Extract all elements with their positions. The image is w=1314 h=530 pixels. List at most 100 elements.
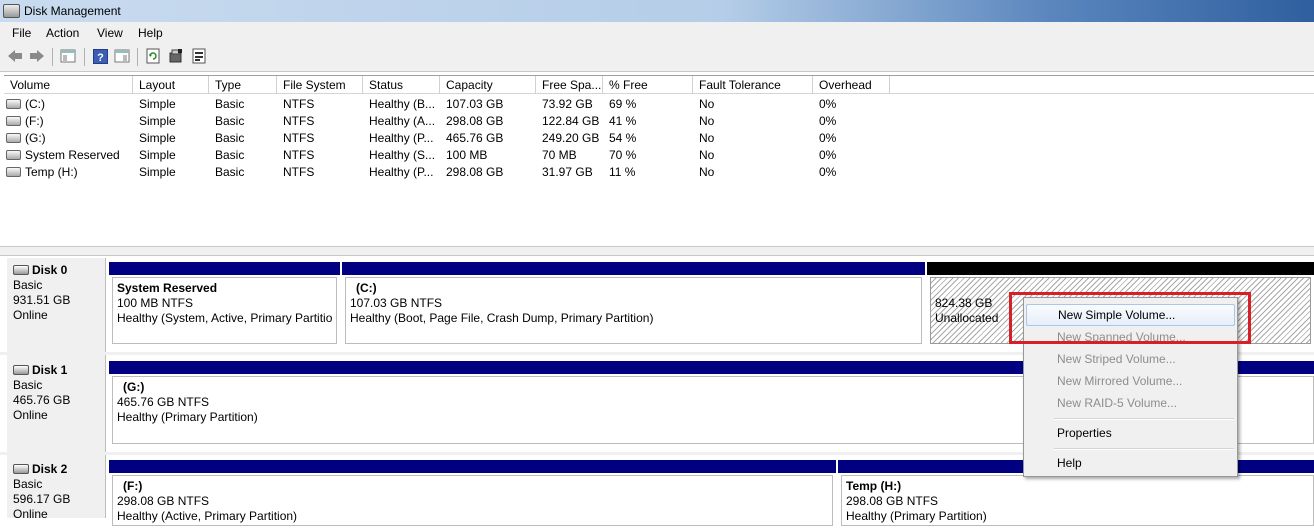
- table-cell: No: [699, 148, 715, 162]
- table-row-volume[interactable]: Temp (H:): [6, 164, 133, 181]
- table-cell: 69 %: [609, 97, 637, 111]
- table-row-volume[interactable]: System Reserved: [6, 147, 133, 164]
- column-header-overhead[interactable]: Overhead: [813, 76, 890, 94]
- drive-icon: [6, 149, 21, 160]
- disk-type: Basic: [13, 477, 43, 491]
- table-cell: 0%: [819, 165, 837, 179]
- menu-item-new-mirrored-volume[interactable]: New Mirrored Volume...: [1026, 370, 1235, 392]
- table-cell: Healthy (B...: [369, 97, 436, 111]
- menu-action[interactable]: Action: [46, 26, 79, 40]
- highlight-annotation-box: [1009, 292, 1251, 344]
- table-cell: 31.97 GB: [542, 165, 593, 179]
- table-row-volume[interactable]: (F:): [6, 113, 133, 130]
- disk-info-0[interactable]: Disk 0 Basic 931.51 GB Online: [7, 258, 106, 352]
- help-icon[interactable]: ?: [92, 48, 108, 64]
- column-header-empty: [890, 76, 1314, 94]
- partition-name: (C:): [356, 281, 377, 295]
- table-cell: No: [699, 165, 715, 179]
- partition-status: Healthy (Active, Primary Partition): [117, 509, 298, 523]
- table-cell: Healthy (P...: [369, 131, 434, 145]
- menu-file[interactable]: File: [12, 26, 31, 40]
- disk-size: 931.51 GB: [13, 293, 71, 307]
- table-cell: 41 %: [609, 114, 637, 128]
- disk-status: Online: [13, 408, 48, 422]
- forward-arrow-icon[interactable]: [29, 48, 45, 64]
- drive-icon: [6, 166, 21, 177]
- refresh-icon[interactable]: [145, 48, 161, 64]
- table-cell: Simple: [139, 148, 176, 162]
- menu-item-properties[interactable]: Properties: [1026, 422, 1235, 444]
- menu-bar: File Action View Help: [0, 22, 1314, 43]
- menu-item-new-raid5-volume[interactable]: New RAID-5 Volume...: [1026, 392, 1235, 414]
- menu-item-help[interactable]: Help: [1026, 452, 1235, 474]
- partition-system-reserved[interactable]: System Reserved 100 MB NTFS Healthy (Sys…: [109, 262, 340, 348]
- partition-name: System Reserved: [117, 281, 218, 295]
- table-cell: 0%: [819, 97, 837, 111]
- table-cell: 0%: [819, 114, 837, 128]
- partition-bar: [109, 262, 340, 275]
- table-cell: 73.92 GB: [542, 97, 593, 111]
- table-cell: Basic: [215, 165, 245, 179]
- drive-icon: [6, 115, 21, 126]
- partition-c[interactable]: (C:) 107.03 GB NTFS Healthy (Boot, Page …: [342, 262, 925, 348]
- volume-list: Volume Layout Type File System Status Ca…: [4, 75, 1314, 246]
- column-header-type[interactable]: Type: [209, 76, 277, 94]
- table-cell: Simple: [139, 97, 176, 111]
- column-header-status[interactable]: Status: [363, 76, 440, 94]
- column-header-layout[interactable]: Layout: [133, 76, 209, 94]
- column-header-free-space[interactable]: Free Spa...: [536, 76, 603, 94]
- disk-status: Online: [13, 507, 48, 521]
- table-cell: 11 %: [609, 165, 636, 179]
- table-cell: 70 %: [609, 148, 637, 162]
- table-cell: Healthy (A...: [369, 114, 436, 128]
- disk-size: 596.17 GB: [13, 492, 71, 506]
- properties-icon[interactable]: [191, 48, 207, 64]
- window-title: Disk Management: [24, 4, 121, 18]
- partition-f[interactable]: (F:) 298.08 GB NTFS Healthy (Active, Pri…: [109, 460, 836, 530]
- table-cell: Simple: [139, 165, 176, 179]
- table-cell: 465.76 GB: [446, 131, 504, 145]
- table-cell: 122.84 GB: [542, 114, 600, 128]
- table-cell: 249.20 GB: [542, 131, 600, 145]
- table-cell: 70 MB: [542, 148, 577, 162]
- svg-text:?: ?: [97, 52, 104, 64]
- partition-status: Healthy (Primary Partition): [846, 509, 987, 523]
- partition-size: 298.08 GB NTFS: [846, 494, 939, 508]
- column-header-fault-tolerance[interactable]: Fault Tolerance: [693, 76, 813, 94]
- table-row-volume[interactable]: (G:): [6, 130, 133, 147]
- partition-status: Healthy (System, Active, Primary Partiti…: [117, 311, 332, 325]
- menu-help[interactable]: Help: [138, 26, 163, 40]
- disk-status: Online: [13, 308, 48, 322]
- menu-item-new-striped-volume[interactable]: New Striped Volume...: [1026, 348, 1235, 370]
- drive-icon: [6, 98, 21, 109]
- column-header-volume[interactable]: Volume: [4, 76, 133, 94]
- table-cell: No: [699, 97, 715, 111]
- back-arrow-icon[interactable]: [7, 48, 23, 64]
- disk-info-1[interactable]: Disk 1 Basic 465.76 GB Online: [7, 355, 106, 452]
- disk-type: Basic: [13, 378, 43, 392]
- table-cell: 107.03 GB: [446, 97, 504, 111]
- rescan-icon[interactable]: [168, 48, 184, 64]
- show-hide-icon[interactable]: [114, 48, 130, 64]
- table-cell: Simple: [139, 131, 176, 145]
- menu-view[interactable]: View: [97, 26, 123, 40]
- column-header-percent-free[interactable]: % Free: [603, 76, 693, 94]
- partition-name: (F:): [123, 479, 143, 493]
- menu-separator: [1054, 448, 1234, 450]
- disk-info-2[interactable]: Disk 2 Basic 596.17 GB Online: [7, 455, 106, 521]
- table-cell: 100 MB: [446, 148, 488, 162]
- pane-splitter[interactable]: [0, 246, 1314, 256]
- table-cell: NTFS: [283, 114, 315, 128]
- toolbar-separator: [52, 48, 53, 66]
- partition-status: Healthy (Boot, Page File, Crash Dump, Pr…: [350, 311, 654, 325]
- table-cell: No: [699, 114, 715, 128]
- table-cell: 54 %: [609, 131, 637, 145]
- table-row-volume[interactable]: (C:): [6, 96, 133, 113]
- partition-bar: [342, 262, 925, 275]
- column-header-file-system[interactable]: File System: [277, 76, 363, 94]
- table-cell: Basic: [215, 131, 245, 145]
- console-tree-icon[interactable]: [60, 48, 76, 64]
- partition-bar: [109, 460, 836, 473]
- column-header-capacity[interactable]: Capacity: [440, 76, 536, 94]
- drive-icon: [6, 132, 21, 143]
